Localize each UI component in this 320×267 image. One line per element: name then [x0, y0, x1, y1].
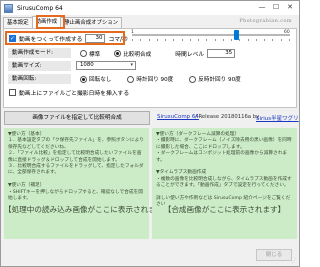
- result-drop-zone[interactable]: ▼使い方（ダークフレーム減算の処理） ・撮影時に、ダークフレーム（ノイズ除去用の…: [152, 128, 297, 239]
- rotation-cw-label: 時計回り 90度: [136, 77, 174, 83]
- source-placeholder: 【処理中の読み込み画像がここに表示されます】: [4, 205, 172, 214]
- slider-tick: [181, 39, 183, 41]
- slider-tick: [280, 39, 282, 41]
- slider-tick: [140, 39, 142, 41]
- overwrite-checkbox[interactable]: [9, 89, 16, 96]
- slider-tick: [222, 39, 224, 41]
- duration-input[interactable]: 35: [207, 49, 236, 58]
- release-text: / Release 20180116a by: [195, 114, 260, 120]
- slider-tick: [132, 39, 133, 41]
- slider-tick: [255, 39, 257, 41]
- close-button[interactable]: 閉じる: [256, 249, 292, 261]
- video-option-highlight-frame: [5, 31, 125, 45]
- watermark: Photograbian.com: [239, 18, 292, 24]
- minimize-icon[interactable]: —: [255, 2, 269, 13]
- slider-tick: [156, 39, 158, 41]
- duration-label: 時間レベル: [175, 52, 205, 58]
- mode-standard-radio[interactable]: 標準: [80, 50, 100, 58]
- result-placeholder: 【合成画像がここに表示されます】: [163, 205, 286, 214]
- slider-tick: [148, 39, 150, 41]
- chevron-down-icon: ▾: [130, 62, 133, 68]
- size-select-value: 1080: [80, 62, 94, 68]
- rotation-cw-radio[interactable]: 時計回り 90度: [127, 75, 173, 83]
- rotation-label: 動画回転:: [8, 74, 71, 84]
- slider-tick: [189, 39, 191, 41]
- slider-tick: [264, 39, 265, 41]
- video-settings-panel: 1 60 ✓ 動画をつくって作成する 30 コマ/秒 動画作成モード: 標準 比…: [3, 28, 297, 108]
- slider-tick: [206, 39, 208, 41]
- slider-tick: [165, 39, 166, 41]
- rotation-none-radio[interactable]: 回転なし: [80, 75, 111, 83]
- tab-highlight-frame: [36, 15, 65, 29]
- app-link[interactable]: SirusuComp 64: [157, 114, 199, 120]
- size-select[interactable]: 1080 ▾: [76, 61, 136, 70]
- fps-slider-ticks: [132, 39, 290, 42]
- slider-tick: [231, 39, 232, 41]
- author-link[interactable]: Sirius半星ワグリ: [256, 114, 299, 122]
- resize-grip-icon[interactable]: ⋰: [292, 258, 297, 264]
- slider-tick: [288, 39, 290, 41]
- window-title: SirusuComp 64: [17, 4, 63, 12]
- rotation-ccw-label: 反時計回り 90度: [198, 77, 241, 83]
- source-instructions: ▼使い方（基本） １．基本設定タブの「ク保存先ファイル」を、参照ボタンにより保存…: [8, 132, 144, 202]
- compose-button[interactable]: 画像ファイルを指定して比較明合成: [4, 111, 150, 125]
- tab-still-composite-options[interactable]: 静止画合成オプション: [60, 17, 123, 28]
- size-label: 動画サイズ:: [8, 61, 71, 71]
- mode-standard-label: 標準: [89, 51, 101, 58]
- slider-tick: [198, 39, 199, 41]
- slider-tick: [214, 39, 216, 41]
- rotation-none-label: 回転なし: [89, 77, 112, 83]
- mode-lighten-label: 比較明合成: [123, 51, 152, 58]
- fps-slider-track[interactable]: [132, 34, 290, 36]
- slider-tick: [239, 39, 241, 41]
- mode-lighten-radio[interactable]: 比較明合成: [114, 50, 151, 58]
- slider-tick: [247, 39, 249, 41]
- title-bar: SirusuComp 64 — ☐ ✕: [1, 1, 299, 15]
- maximize-icon[interactable]: ☐: [269, 2, 283, 13]
- app-icon: [4, 3, 13, 13]
- slider-tick: [173, 39, 175, 41]
- result-instructions: ▼使い方（ダークフレーム減算の処理） ・撮影時に、ダークフレーム（ノイズ除去用の…: [156, 132, 292, 208]
- mode-radio-group: 標準 比較明合成 時間レベル 35: [80, 49, 238, 58]
- source-drop-zone[interactable]: ▼使い方（基本） １．基本設定タブの「ク保存先ファイル」を、参照ボタンにより保存…: [4, 128, 172, 239]
- close-icon[interactable]: ✕: [283, 2, 297, 13]
- overwrite-option: 動画上にファイルごと撮影日時を挿入する: [9, 88, 129, 97]
- mode-label: 動画作成モード:: [8, 48, 71, 58]
- tab-basic-settings[interactable]: 基本設定: [3, 17, 33, 28]
- overwrite-label: 動画上にファイルごと撮影日時を挿入する: [19, 91, 130, 97]
- app-window: SirusuComp 64 — ☐ ✕ 基本設定 動画作成 静止画合成オプション…: [0, 0, 300, 267]
- slider-tick: [272, 39, 274, 41]
- rotation-radio-group: 回転なし 時計回り 90度 反時計回り 90度: [80, 75, 245, 83]
- rotation-ccw-radio[interactable]: 反時計回り 90度: [189, 75, 241, 83]
